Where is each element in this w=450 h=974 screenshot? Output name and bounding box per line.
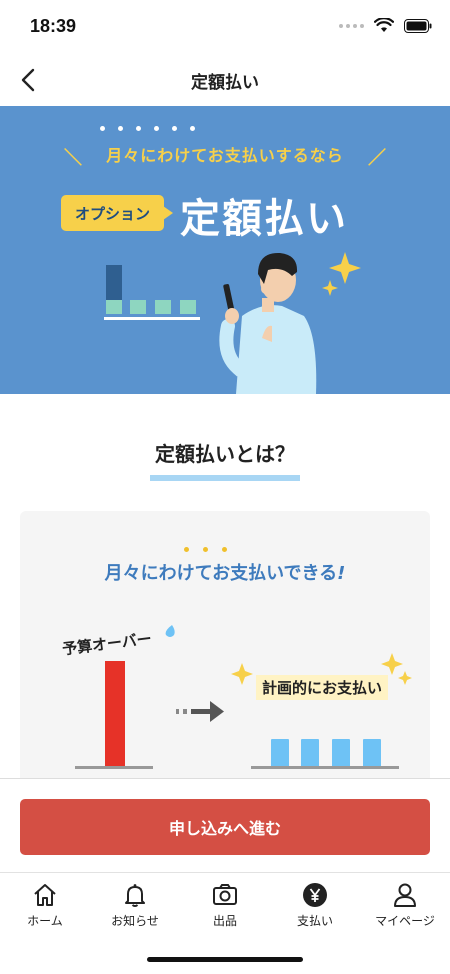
- tab-listing-label: 出品: [212, 914, 237, 928]
- apply-button[interactable]: 申し込みへ進む: [20, 799, 430, 855]
- tab-mypage[interactable]: マイページ: [360, 873, 450, 935]
- home-indicator: [147, 957, 303, 962]
- home-icon: [31, 881, 59, 909]
- installment-bar: [271, 739, 289, 767]
- tab-payment-label: 支払い: [296, 914, 333, 928]
- hero-illustration: [104, 252, 361, 394]
- status-bar: 18:39: [0, 0, 450, 54]
- page-title: 定額払い: [191, 73, 259, 93]
- installment-bar: [301, 739, 319, 767]
- person-icon: [391, 881, 419, 909]
- sweat-drop-icon: [165, 625, 175, 637]
- tab-listing[interactable]: 出品: [180, 873, 270, 935]
- tab-notifications-label: お知らせ: [111, 914, 159, 928]
- section-underline: [150, 475, 300, 481]
- tab-mypage-label: マイページ: [375, 914, 435, 928]
- nav-bar: 定額払い: [0, 54, 450, 106]
- hero-banner: ＼ 月々にわけてお支払いするなら ／ オプション 定額払い: [0, 106, 450, 394]
- tab-notifications[interactable]: お知らせ: [90, 873, 180, 935]
- status-time: 18:39: [30, 16, 77, 36]
- tab-payment[interactable]: 支払い: [270, 873, 360, 935]
- info-card: 月々にわけてお支払いできる! 予算オーバー 計画的にお支払い: [20, 511, 430, 791]
- installment-bar: [332, 739, 350, 767]
- tab-home-label: ホーム: [27, 914, 63, 928]
- bell-icon: [121, 881, 149, 909]
- camera-icon: [211, 881, 239, 909]
- tab-home[interactable]: ホーム: [0, 873, 90, 935]
- over-budget-bar: [105, 661, 125, 767]
- wifi-icon: [374, 18, 394, 32]
- cta-area: 申し込みへ進む: [0, 778, 450, 872]
- section-title: 定額払いとは？: [155, 442, 295, 466]
- status-icons: [339, 18, 432, 33]
- installment-bar: [363, 739, 381, 767]
- signal-icon: [339, 23, 364, 28]
- battery-icon: [404, 18, 432, 33]
- comparison-illustration: [75, 625, 412, 769]
- yen-icon: [301, 881, 329, 909]
- arrow-right-icon: [176, 701, 224, 722]
